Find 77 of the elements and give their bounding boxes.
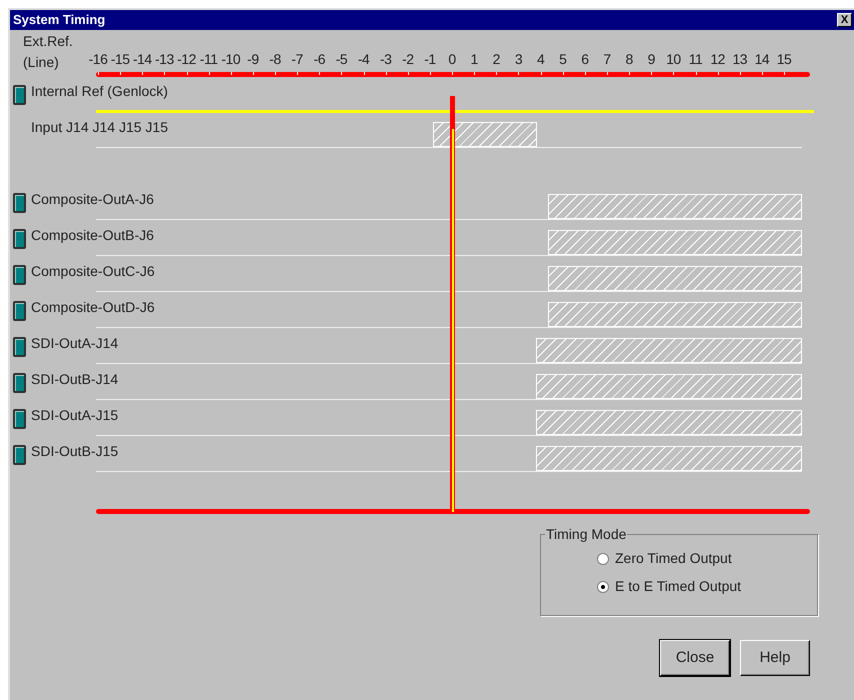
tick-mark	[275, 72, 276, 75]
scale-label: 15	[776, 50, 792, 69]
tick-mark	[230, 72, 232, 75]
row-label: SDI-OutA-J15	[31, 406, 118, 424]
scale-label: -11	[200, 50, 218, 69]
tick-mark	[740, 72, 741, 75]
window-title: System Timing	[13, 11, 106, 30]
row-label: Composite-OutB-J6	[31, 226, 154, 245]
status-indicator	[13, 301, 26, 321]
scale-label: 13	[732, 50, 748, 69]
scale-label: 10	[666, 50, 681, 69]
radio-option[interactable]: Zero Timed Output	[597, 548, 817, 569]
dialog-button[interactable]: Close	[660, 640, 730, 676]
row-label: Input J14 J14 J15 J15	[31, 118, 168, 137]
scale-label: 8	[625, 50, 633, 69]
scale-label: -14	[132, 50, 152, 69]
tick-mark	[762, 72, 763, 75]
scale-label: -13	[155, 50, 174, 69]
status-indicator	[13, 337, 26, 357]
scale-label: -7	[291, 50, 303, 69]
tick-mark	[98, 72, 99, 75]
scale-label: -8	[269, 50, 281, 69]
scale-label: -10	[221, 50, 240, 69]
axis-caption: Ext.Ref.	[23, 32, 74, 51]
status-indicator	[13, 229, 26, 249]
status-indicator	[13, 445, 26, 465]
row-label: Composite-OutD-J6	[31, 298, 155, 317]
tick-mark	[474, 72, 476, 75]
radio-option[interactable]: E to E Timed Output	[597, 576, 817, 597]
status-indicator	[13, 373, 26, 393]
row-label: Composite-OutA-J6	[31, 190, 154, 209]
scale-label: 14	[754, 50, 770, 69]
scale-label: -5	[336, 50, 348, 69]
radio-button[interactable]	[597, 552, 609, 564]
scale-label: 5	[559, 50, 566, 69]
scale-label: 12	[710, 50, 725, 69]
scale-label: -16	[88, 50, 108, 69]
tick-mark	[297, 72, 298, 75]
scale-label: 4	[536, 50, 544, 69]
tick-mark	[629, 72, 630, 75]
scale-label: -1	[424, 50, 436, 69]
group-title: Timing Mode	[545, 525, 628, 544]
scale-label: -4	[358, 50, 370, 69]
radio-button[interactable]	[597, 580, 609, 592]
tick-mark	[252, 72, 254, 75]
scale-label: 11	[688, 50, 702, 69]
tick-mark	[606, 72, 608, 75]
window-close-button[interactable]: X	[837, 13, 852, 27]
scale-label: -9	[247, 50, 259, 69]
scale-label: 6	[581, 50, 588, 69]
row-label: Composite-OutC-J6	[31, 262, 155, 281]
tick-mark	[120, 72, 122, 75]
scale-label: -12	[177, 50, 196, 69]
tick-mark	[452, 72, 454, 75]
row-label: SDI-OutB-J15	[31, 442, 118, 460]
row-label: Internal Ref (Genlock)	[31, 82, 168, 101]
status-indicator	[13, 85, 26, 105]
scale-label: 9	[648, 50, 655, 69]
status-indicator	[13, 193, 26, 213]
row-label: SDI-OutA-J14	[31, 334, 118, 352]
scale-label: 0	[448, 50, 456, 69]
scale-label: 3	[514, 50, 522, 69]
scale-label: 7	[603, 50, 611, 69]
scale-label: 2	[492, 50, 500, 69]
row-label: SDI-OutB-J14	[31, 370, 118, 388]
status-indicator	[13, 265, 26, 285]
status-indicator	[13, 409, 26, 429]
tick-mark	[784, 72, 786, 75]
scale-label: -15	[110, 50, 130, 69]
scale-label: 1	[470, 50, 478, 69]
scale-label: -2	[402, 50, 414, 69]
scale-label: -6	[314, 50, 326, 69]
tick-mark	[584, 72, 586, 75]
tick-mark	[408, 72, 409, 75]
dialog-button[interactable]: Help	[740, 640, 810, 676]
tick-mark	[430, 72, 431, 75]
scale-label: -3	[380, 50, 392, 69]
